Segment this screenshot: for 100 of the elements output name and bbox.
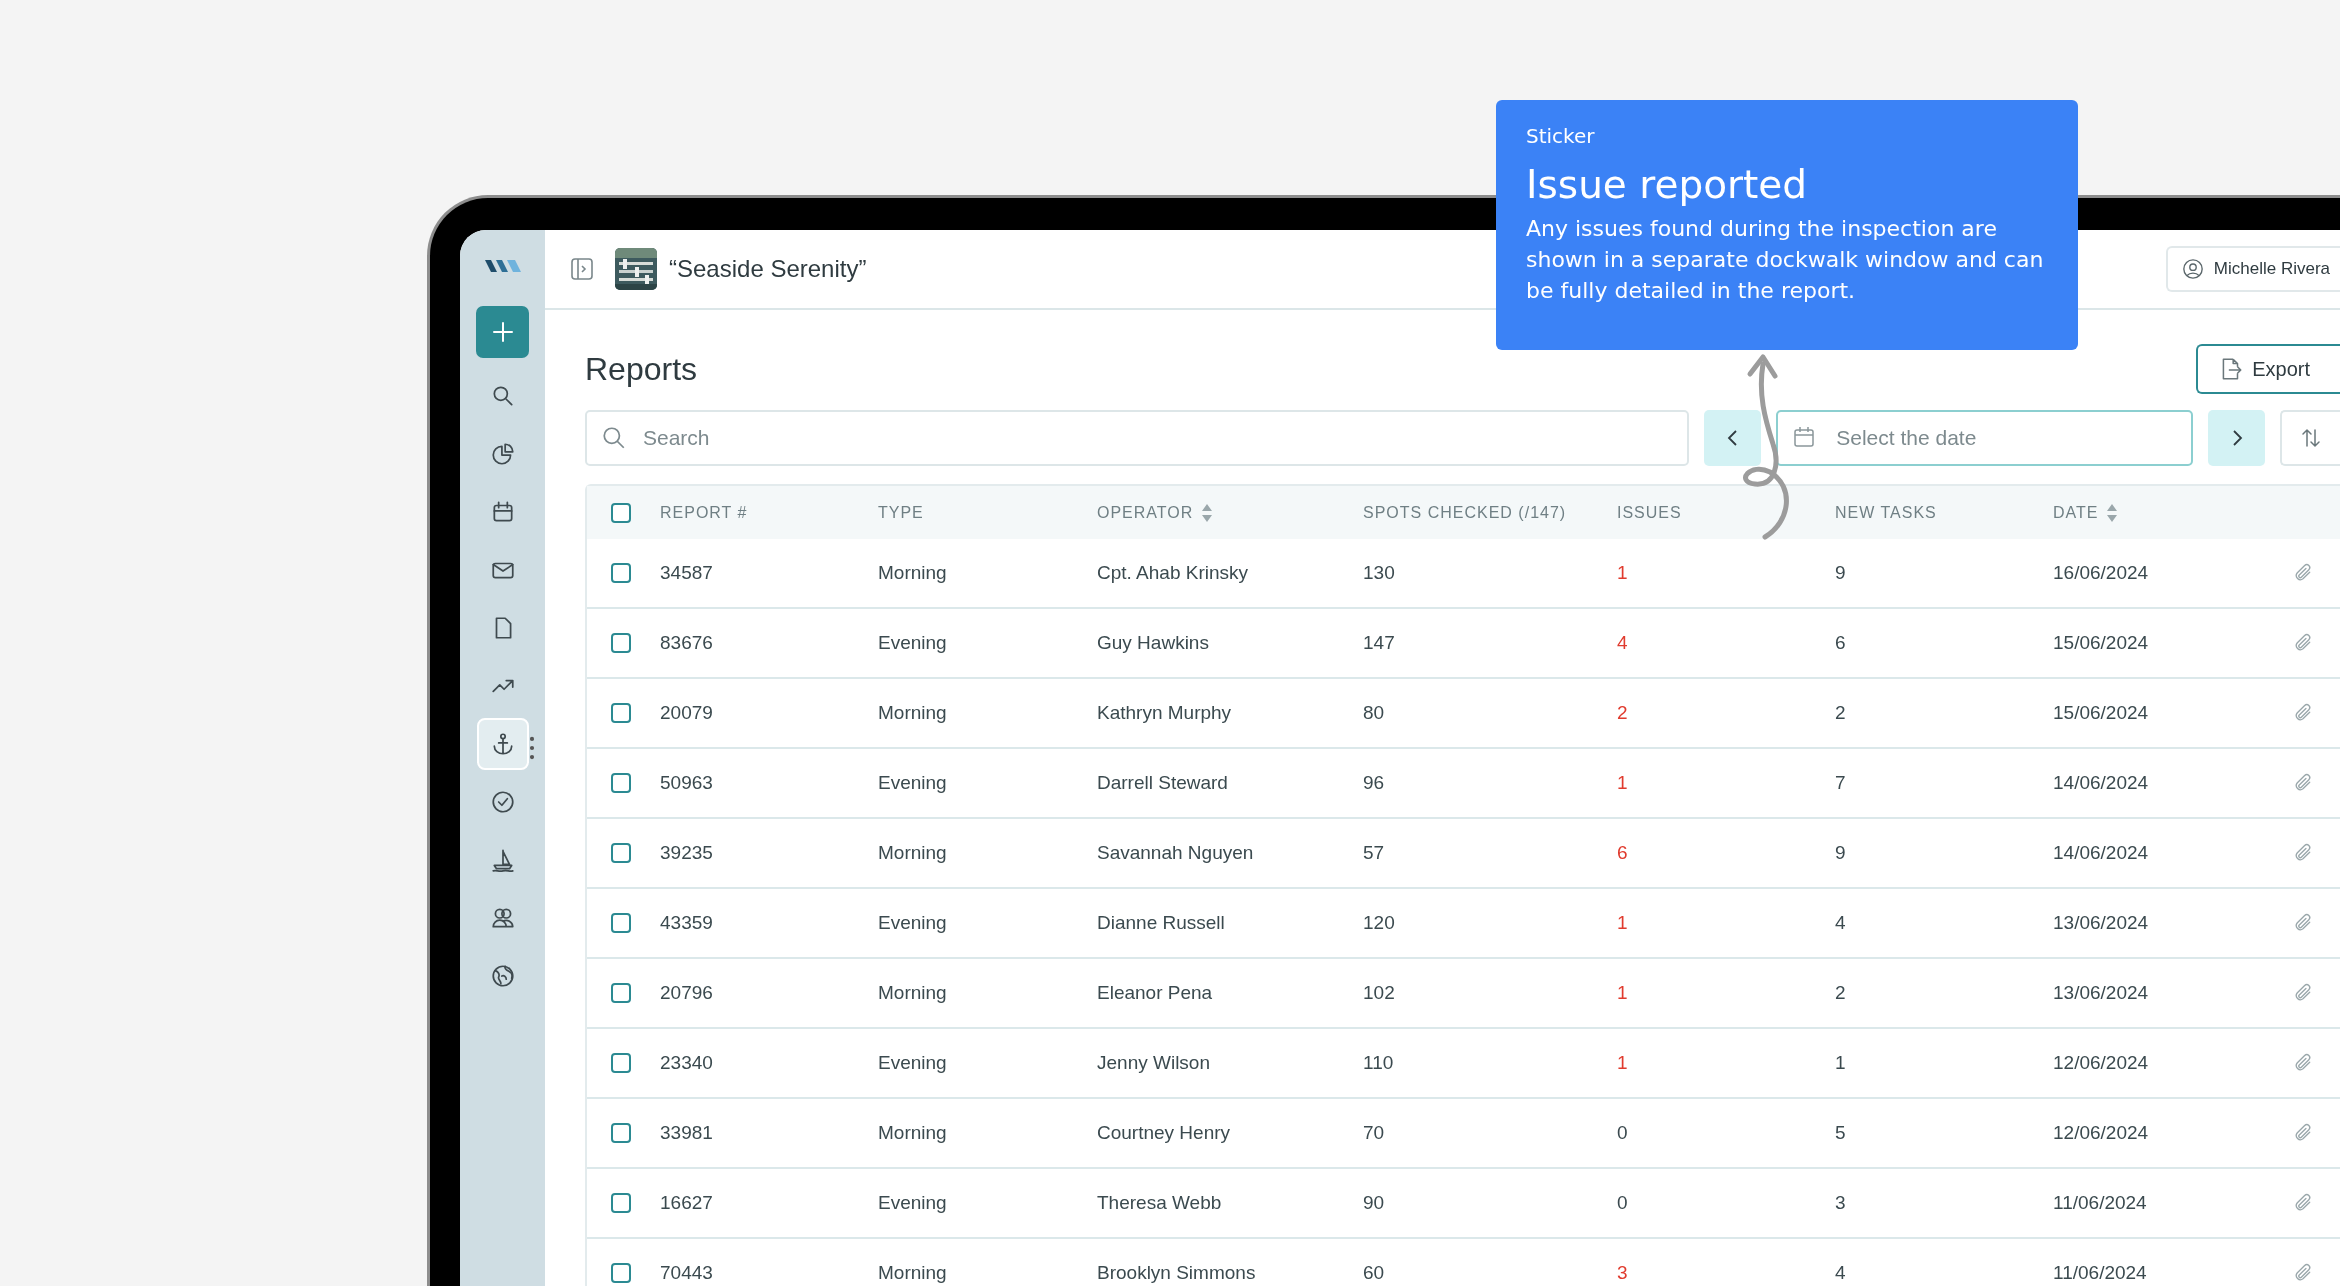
table-cell: 11/06/2024 [2053, 1262, 2147, 1283]
table-cell: Evening [878, 772, 947, 793]
paperclip-icon[interactable] [2293, 843, 2313, 863]
row-checkbox[interactable] [611, 1263, 631, 1283]
calendar-icon [1792, 425, 1817, 449]
table-cell: 2 [1617, 702, 1628, 723]
paperclip-icon[interactable] [2293, 633, 2313, 653]
project-title: “Seaside Serenity” [669, 255, 867, 283]
table-cell: 70 [1363, 1122, 1385, 1143]
table-cell: 12/06/2024 [2053, 1122, 2149, 1143]
paperclip-icon[interactable] [2293, 1123, 2313, 1143]
table-cell: Morning [878, 842, 947, 863]
search-icon [601, 425, 627, 451]
table-cell: 4 [1617, 632, 1628, 653]
table-cell: 0 [1617, 1122, 1628, 1143]
table-cell: 13/06/2024 [2053, 912, 2149, 933]
sort-icon[interactable] [1201, 502, 1214, 523]
paperclip-icon[interactable] [2293, 1053, 2313, 1073]
column-header: DATE [2053, 503, 2099, 522]
table-cell: 3 [1617, 1262, 1628, 1283]
table-cell: Morning [878, 562, 947, 583]
column-header: NEW TASKS [1835, 503, 1937, 522]
row-checkbox[interactable] [611, 913, 631, 933]
table-cell: 33981 [660, 1122, 713, 1143]
row-checkbox[interactable] [611, 703, 631, 723]
table-cell: 6 [1835, 632, 1846, 653]
paperclip-icon[interactable] [2293, 773, 2313, 793]
select-all-checkbox[interactable] [611, 502, 631, 523]
sort-icon[interactable] [2106, 502, 2119, 523]
table-cell: 2 [1835, 702, 1846, 723]
check-circle-icon [489, 789, 516, 815]
table-cell: 1 [1617, 562, 1628, 583]
row-checkbox[interactable] [611, 1193, 631, 1213]
table-cell: Theresa Webb [1097, 1192, 1222, 1213]
table-cell: 0 [1617, 1192, 1628, 1213]
column-header: REPORT # [660, 503, 748, 522]
table-cell: 9 [1835, 842, 1846, 863]
row-checkbox[interactable] [611, 773, 631, 793]
row-checkbox[interactable] [611, 1053, 631, 1073]
table-cell: 11/06/2024 [2053, 1192, 2147, 1213]
row-checkbox[interactable] [611, 983, 631, 1003]
sailboat-icon [489, 847, 516, 873]
paperclip-icon[interactable] [2293, 703, 2313, 723]
table-cell: 1 [1617, 1052, 1628, 1073]
sticker-title: Issue reported [1526, 162, 1809, 207]
table-cell: 7 [1835, 772, 1846, 793]
row-checkbox[interactable] [611, 843, 631, 863]
table-cell: 147 [1363, 632, 1395, 653]
table-cell: 13/06/2024 [2053, 982, 2149, 1003]
sort-button[interactable] [2280, 410, 2340, 466]
table-cell: 9 [1835, 562, 1846, 583]
paperclip-icon[interactable] [2293, 1263, 2313, 1283]
table-cell: 83676 [660, 632, 713, 653]
table-cell: 2 [1835, 982, 1846, 1003]
table-cell: 4 [1835, 1262, 1846, 1283]
page-title: Reports [585, 350, 698, 388]
sidebar-toggle-icon[interactable] [571, 258, 593, 280]
table-cell: 70443 [660, 1262, 713, 1283]
table-cell: 57 [1363, 842, 1385, 863]
table-cell: Morning [878, 702, 947, 723]
table-cell: 130 [1363, 562, 1395, 583]
table-cell: 15/06/2024 [2053, 632, 2149, 653]
table-cell: Evening [878, 632, 947, 653]
table-cell: Courtney Henry [1097, 1122, 1231, 1143]
table-cell: Eleanor Pena [1097, 982, 1213, 1003]
table-cell: 1 [1835, 1052, 1846, 1073]
date-field[interactable]: Select the date [1776, 410, 2194, 466]
table-cell: 50963 [660, 772, 713, 793]
table-cell: Jenny Wilson [1097, 1052, 1210, 1073]
table-cell: 1 [1617, 982, 1628, 1003]
table-cell: 60 [1363, 1262, 1385, 1283]
row-checkbox[interactable] [611, 1123, 631, 1143]
row-checkbox[interactable] [611, 563, 631, 583]
table-cell: 15/06/2024 [2053, 702, 2149, 723]
table-cell: 20079 [660, 702, 713, 723]
search-field[interactable]: Search [585, 410, 1690, 466]
user-button[interactable]: Michelle Rivera [2165, 246, 2340, 292]
table-cell: 4 [1835, 912, 1846, 933]
row-checkbox[interactable] [611, 633, 631, 653]
export-button[interactable]: Export [2196, 344, 2340, 394]
table-cell: 14/06/2024 [2053, 842, 2149, 863]
table-cell: 3 [1835, 1192, 1846, 1213]
add-button[interactable] [476, 306, 529, 358]
table-cell: Cpt. Ahab Krinsky [1097, 562, 1249, 583]
table-cell: 34587 [660, 562, 713, 583]
paperclip-icon[interactable] [2293, 913, 2313, 933]
table-cell: 14/06/2024 [2053, 772, 2149, 793]
paperclip-icon[interactable] [2293, 1193, 2313, 1213]
table-cell: Morning [878, 1262, 947, 1283]
table-cell: 5 [1835, 1122, 1846, 1143]
table-cell: 43359 [660, 912, 713, 933]
sticker-label: Sticker [1526, 124, 1596, 148]
table-cell: 80 [1363, 702, 1385, 723]
table-cell: 1 [1617, 912, 1628, 933]
table-cell: Kathryn Murphy [1097, 702, 1232, 723]
table-cell: 39235 [660, 842, 713, 863]
table-cell: 12/06/2024 [2053, 1052, 2149, 1073]
table-cell: 90 [1363, 1192, 1385, 1213]
paperclip-icon[interactable] [2293, 563, 2313, 583]
paperclip-icon[interactable] [2293, 983, 2313, 1003]
